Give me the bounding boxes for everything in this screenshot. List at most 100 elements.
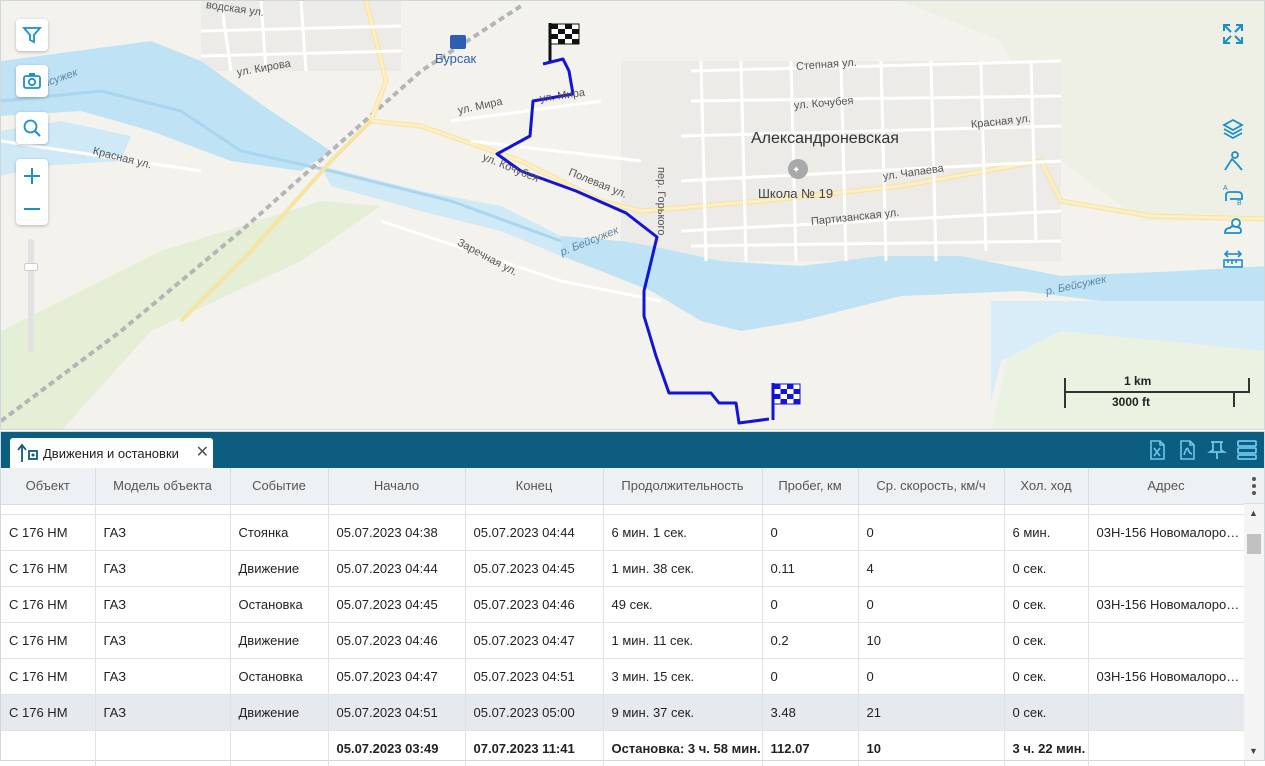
table-row-partial <box>1 504 1245 515</box>
pdf-icon <box>1180 440 1195 460</box>
table-cell: 0 сек. <box>1004 622 1089 659</box>
tab-label: Движения и остановки <box>43 445 179 461</box>
map-view[interactable]: ✦ водская ул. ул. Кирова Бурсак Степная … <box>0 0 1265 430</box>
table-cell: ГАЗ <box>95 550 231 587</box>
table-cell <box>1088 694 1245 731</box>
column-menu-button[interactable] <box>1244 468 1264 504</box>
expand-icon <box>1223 24 1243 44</box>
finish-flag-icon[interactable] <box>547 21 581 61</box>
route-button[interactable]: AB <box>1220 181 1246 207</box>
table-cell: 05.07.2023 04:46 <box>465 586 604 623</box>
column-header[interactable]: Объект <box>1 468 96 505</box>
table-cell: 05.07.2023 04:47 <box>328 658 466 695</box>
export-pdf-button[interactable] <box>1176 439 1198 461</box>
table-cell <box>1088 622 1245 659</box>
map-scale: 1 km 3000 ft <box>1064 373 1252 411</box>
table-cell: 0 <box>762 586 859 623</box>
table-cell: 0 сек. <box>1004 694 1089 731</box>
scroll-up-icon[interactable]: ▲ <box>1249 508 1258 518</box>
table-cell: 05.07.2023 04:47 <box>465 622 604 659</box>
table-cell: 0 сек. <box>1004 550 1089 587</box>
table-cell: Стоянка <box>230 514 329 551</box>
collapse-panel-button[interactable] <box>1236 439 1258 461</box>
minus-icon <box>24 207 40 210</box>
start-flag-icon[interactable] <box>770 382 804 420</box>
table-row[interactable]: С 176 НМ ГАЗ Движение 05.07.2023 04:46 05.07… <box>1 622 1245 659</box>
table-cell: 0 сек. <box>1004 658 1089 695</box>
column-header[interactable]: Адрес <box>1088 468 1245 505</box>
table-cell: 0.2 <box>762 622 859 659</box>
fullscreen-button[interactable] <box>1220 21 1246 47</box>
table-row[interactable]: С 176 НМ ГАЗ Движение 05.07.2023 04:44 05.07… <box>1 550 1245 587</box>
weather-button[interactable] <box>1220 213 1246 239</box>
scale-metric-label: 1 km <box>1124 374 1152 388</box>
zoom-slider-thumb[interactable] <box>24 263 38 271</box>
street-label: пер. Горького <box>655 167 667 236</box>
column-header[interactable]: Хол. ход <box>1004 468 1089 505</box>
pin-button[interactable] <box>1206 439 1228 461</box>
column-header[interactable]: Начало <box>328 468 466 505</box>
table-cell: 05.07.2023 04:51 <box>328 694 466 731</box>
table-cell: 05.07.2023 04:38 <box>328 514 466 551</box>
column-header[interactable]: Событие <box>230 468 329 505</box>
panel-tabbar: Движения и остановки ✕ <box>1 432 1264 468</box>
geofence-button[interactable] <box>1220 148 1246 174</box>
table-cell: ГАЗ <box>95 658 231 695</box>
search-button[interactable] <box>16 112 48 144</box>
zoom-slider[interactable] <box>24 239 38 353</box>
filter-icon <box>22 27 42 44</box>
column-header[interactable]: Пробег, км <box>762 468 859 505</box>
layers-icon <box>1222 118 1244 140</box>
table-cell: 05.07.2023 04:44 <box>328 550 466 587</box>
table-cell: 0 <box>858 586 1005 623</box>
table-cell: Остановка <box>230 586 329 623</box>
close-icon[interactable]: ✕ <box>196 445 209 461</box>
table-cell: Движение <box>230 694 329 731</box>
village-label: Александроневская <box>751 130 899 147</box>
weather-icon <box>1224 218 1242 234</box>
svg-text:B: B <box>1237 200 1242 205</box>
vertical-scrollbar[interactable]: ▲ ▼ <box>1244 504 1264 760</box>
table-cell: 03Н-156 Новомалороссийская — Бурсак <box>1088 586 1245 623</box>
table-cell: ГАЗ <box>95 694 231 731</box>
zoom-in-button[interactable] <box>16 159 48 192</box>
report-grid: Объект Модель объекта Событие Начало Кон… <box>1 468 1264 766</box>
table-row[interactable]: С 176 НМ ГАЗ Остановка 05.07.2023 04:45 05.0… <box>1 586 1245 623</box>
svg-text:✦: ✦ <box>792 165 800 176</box>
table-cell: 05.07.2023 04:45 <box>465 550 604 587</box>
table-cell: 05.07.2023 04:44 <box>465 514 604 551</box>
scrollbar-thumb[interactable] <box>1247 534 1261 554</box>
table-cell: 6 мин. 1 сек. <box>603 514 763 551</box>
table-cell: 0 <box>762 658 859 695</box>
route-ab-icon: AB <box>1223 185 1243 205</box>
excel-icon <box>1150 440 1165 460</box>
table-row[interactable]: С 176 НМ ГАЗ Остановка 05.07.2023 04:47 05.0… <box>1 658 1245 695</box>
filter-button[interactable] <box>16 19 48 51</box>
export-excel-button[interactable] <box>1146 439 1168 461</box>
ruler-button[interactable] <box>1220 246 1246 272</box>
rows-icon <box>1237 440 1257 460</box>
table-cell: ГАЗ <box>95 622 231 659</box>
table-cell: С 176 НМ <box>1 694 96 731</box>
column-header[interactable]: Ср. скорость, км/ч <box>858 468 1005 505</box>
table-cell: 10 <box>858 622 1005 659</box>
table-row[interactable]: С 176 НМ ГАЗ Движение 05.07.2023 04:51 05.07… <box>1 694 1245 731</box>
layers-button[interactable] <box>1220 116 1246 142</box>
poi-label: Школа № 19 <box>758 186 834 201</box>
tab-movements-stops[interactable]: Движения и остановки ✕ <box>10 438 213 468</box>
screenshot-button[interactable] <box>16 65 48 97</box>
svg-text:A: A <box>1223 185 1228 192</box>
column-header[interactable]: Модель объекта <box>95 468 231 505</box>
scroll-down-icon[interactable]: ▼ <box>1249 746 1258 756</box>
table-cell: 0 сек. <box>1004 586 1089 623</box>
movements-report-icon <box>17 443 38 462</box>
table-row[interactable]: С 176 НМ ГАЗ Стоянка 05.07.2023 04:38 05.07.… <box>1 514 1245 551</box>
table-cell: 0 <box>858 658 1005 695</box>
table-cell: 03Н-156 Новомалороссийская — Бурсак <box>1088 658 1245 695</box>
camera-icon <box>23 73 41 89</box>
column-header[interactable]: Конец <box>465 468 604 505</box>
zoom-out-button[interactable] <box>16 192 48 225</box>
table-cell: 9 мин. 37 сек. <box>603 694 763 731</box>
column-header[interactable]: Продолжительность <box>603 468 763 505</box>
table-cell: 05.07.2023 04:45 <box>328 586 466 623</box>
